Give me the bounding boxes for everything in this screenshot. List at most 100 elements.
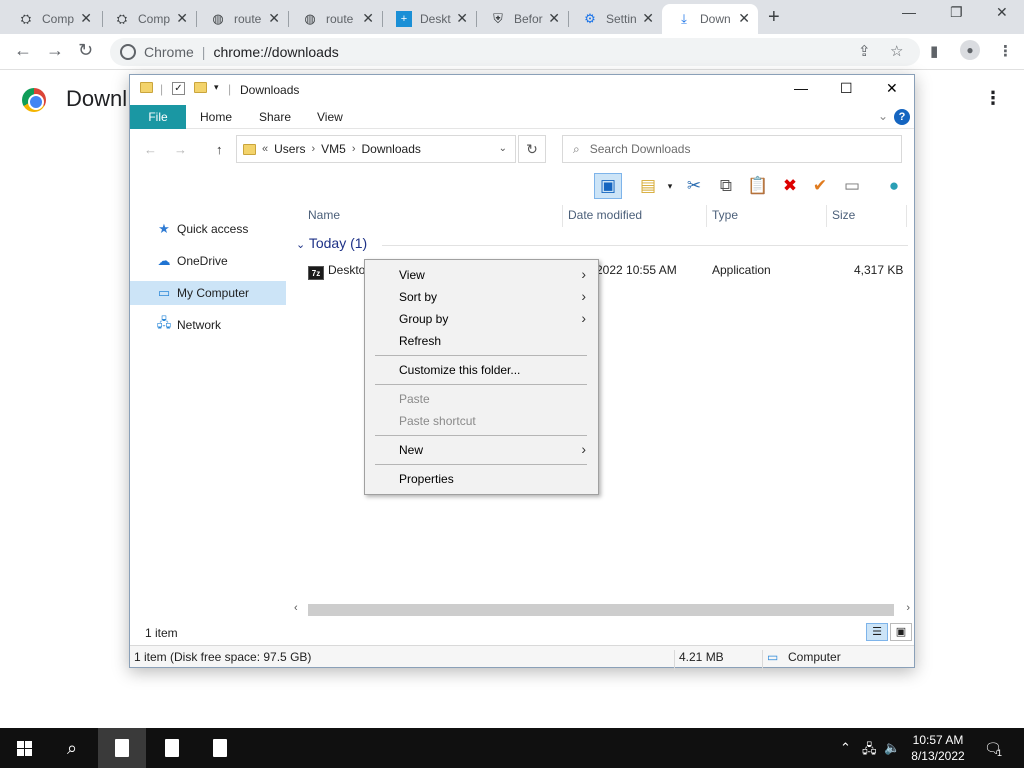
forward-arrow-icon[interactable]: →: [174, 142, 187, 157]
close-button[interactable]: ✕: [886, 80, 898, 97]
bookmark-star-icon[interactable]: ☆: [890, 42, 903, 60]
gear-icon: ⚙: [584, 11, 596, 26]
browser-tab[interactable]: ⛨ Befor ✕: [476, 4, 568, 34]
rename-icon[interactable]: ▭: [838, 173, 866, 199]
menu-item-properties[interactable]: Properties: [365, 468, 598, 490]
quick-access-dropdown-icon[interactable]: ▾: [214, 82, 219, 93]
item-count: 1 item: [145, 626, 178, 640]
browser-tab[interactable]: ⚙ Settin ✕: [568, 4, 662, 34]
close-icon[interactable]: ✕: [548, 10, 560, 27]
scroll-thumb[interactable]: [308, 604, 894, 616]
browser-tab-active[interactable]: ⤓ Down ✕: [662, 4, 758, 34]
close-icon[interactable]: ✕: [738, 10, 750, 27]
close-icon[interactable]: ✕: [176, 10, 188, 27]
browser-tab[interactable]: ◍ route ✕: [196, 4, 288, 34]
column-size[interactable]: Size: [832, 208, 855, 222]
menu-item-customize-folder[interactable]: Customize this folder...: [365, 359, 598, 381]
breadcrumb-downloads[interactable]: Downloads: [362, 142, 421, 156]
preview-pane-icon[interactable]: ▣: [594, 173, 622, 199]
nav-item-network[interactable]: 🖧 Network: [130, 313, 286, 337]
chevron-right-icon: ›: [581, 266, 586, 282]
new-tab-button[interactable]: +: [768, 6, 780, 29]
browser-tab[interactable]: ⛭ Comp ✕: [100, 4, 196, 34]
breadcrumb-vm5[interactable]: VM5: [321, 142, 346, 156]
page-menu-icon[interactable]: ⋮: [984, 88, 1002, 109]
taskbar-app-document[interactable]: [148, 728, 196, 768]
menu-item-paste[interactable]: Paste: [365, 388, 598, 410]
properties-checkbox-icon[interactable]: ✓: [172, 82, 185, 95]
close-icon[interactable]: ✕: [268, 10, 280, 27]
ribbon-expand-icon[interactable]: ⌄: [878, 109, 888, 123]
browser-tab[interactable]: ◍ route ✕: [288, 4, 382, 34]
minimize-button[interactable]: —: [794, 80, 808, 96]
group-header[interactable]: ⌄ Today (1): [296, 235, 367, 251]
tab-view[interactable]: View: [317, 105, 343, 129]
back-button[interactable]: ←: [14, 40, 32, 61]
start-button[interactable]: [0, 728, 48, 768]
close-icon[interactable]: ✕: [456, 10, 468, 27]
nav-item-quick-access[interactable]: ★ Quick access: [130, 217, 286, 241]
scroll-left-icon[interactable]: ‹: [294, 602, 298, 614]
checkmark-icon[interactable]: ✔: [806, 173, 834, 199]
menu-item-new[interactable]: New ›: [365, 439, 598, 461]
chrome-menu-icon[interactable]: ⋮: [998, 42, 1013, 60]
tab-home[interactable]: Home: [200, 105, 232, 129]
large-icons-view-icon[interactable]: ▣: [890, 623, 912, 641]
minimize-button[interactable]: —: [902, 4, 916, 20]
close-icon[interactable]: ✕: [362, 10, 374, 27]
horizontal-scrollbar[interactable]: ‹ ›: [290, 601, 914, 619]
file-type: Application: [712, 263, 771, 277]
up-arrow-icon[interactable]: ↑: [216, 142, 223, 157]
browser-tab[interactable]: ⛭ Comp ✕: [4, 4, 100, 34]
reload-button[interactable]: ↻: [78, 40, 93, 61]
tab-share[interactable]: Share: [259, 105, 291, 129]
menu-item-sort-by[interactable]: Sort by ›: [365, 286, 598, 308]
back-arrow-icon[interactable]: ←: [144, 142, 157, 157]
breadcrumb-users[interactable]: Users: [274, 142, 305, 156]
nav-item-onedrive[interactable]: ☁ OneDrive: [130, 249, 286, 273]
system-clock[interactable]: 10:57 AM 8/13/2022: [900, 732, 976, 764]
nav-item-my-computer[interactable]: ▭ My Computer: [130, 281, 286, 305]
refresh-button[interactable]: ↻: [518, 135, 546, 163]
tab-file[interactable]: File: [130, 105, 186, 129]
volume-icon[interactable]: 🔈: [884, 740, 900, 756]
address-breadcrumb[interactable]: « Users › VM5 › Downloads ⌄: [236, 135, 516, 163]
chevron-down-icon[interactable]: ⌄: [499, 143, 507, 154]
menu-item-group-by[interactable]: Group by ›: [365, 308, 598, 330]
close-icon[interactable]: ✕: [80, 10, 92, 27]
copy-icon[interactable]: ⧉: [712, 173, 740, 199]
delete-icon[interactable]: ✖: [776, 173, 804, 199]
profile-avatar[interactable]: ●: [960, 40, 980, 60]
chevron-up-icon[interactable]: ⌃: [840, 740, 851, 756]
column-type[interactable]: Type: [712, 208, 738, 222]
new-folder-icon[interactable]: [194, 82, 207, 96]
cut-icon[interactable]: ✂: [680, 173, 708, 199]
network-icon[interactable]: 🖧: [862, 740, 877, 762]
search-box[interactable]: ⌕ Search Downloads: [562, 135, 902, 163]
taskbar-app-document[interactable]: [98, 728, 146, 768]
close-icon[interactable]: ✕: [642, 10, 654, 27]
breadcrumb-overflow[interactable]: «: [262, 143, 268, 155]
share-icon[interactable]: ⇪: [858, 42, 871, 60]
forward-button[interactable]: →: [46, 40, 64, 61]
help-icon[interactable]: ?: [894, 109, 910, 125]
column-date-modified[interactable]: Date modified: [568, 208, 642, 222]
close-window-button[interactable]: ✕: [996, 4, 1008, 21]
menu-item-view[interactable]: View ›: [365, 264, 598, 286]
browser-tab[interactable]: + Deskt ✕: [382, 4, 476, 34]
column-name[interactable]: Name: [308, 208, 340, 222]
restore-button[interactable]: ❐: [950, 4, 963, 21]
details-view-icon[interactable]: ☰: [866, 623, 888, 641]
search-icon[interactable]: ⌕: [48, 728, 96, 768]
maximize-button[interactable]: ☐: [840, 80, 853, 97]
taskbar-app-document[interactable]: [196, 728, 244, 768]
globe-icon[interactable]: ●: [880, 173, 908, 199]
menu-item-refresh[interactable]: Refresh: [365, 330, 598, 352]
menu-item-paste-shortcut[interactable]: Paste shortcut: [365, 410, 598, 432]
side-panel-icon[interactable]: ▮: [930, 42, 938, 60]
url-text[interactable]: chrome://downloads: [213, 44, 338, 60]
scroll-right-icon[interactable]: ›: [906, 602, 910, 614]
site-info-icon[interactable]: [120, 44, 136, 60]
address-bar[interactable]: Chrome | chrome://downloads: [110, 38, 920, 66]
paste-icon[interactable]: 📋: [744, 173, 772, 199]
